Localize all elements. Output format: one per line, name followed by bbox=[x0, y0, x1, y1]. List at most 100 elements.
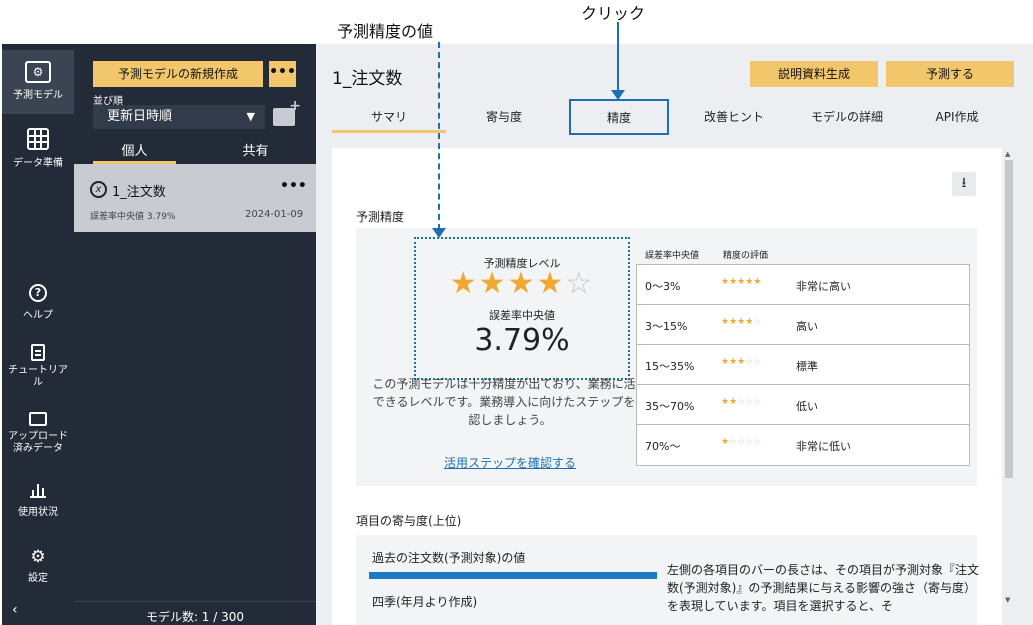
star-filled-icon: ★ bbox=[721, 397, 730, 407]
tab-bar: サマリ 寄与度 精度 改善ヒント モデルの詳細 API作成 bbox=[332, 99, 1022, 135]
click-callout-label: クリック bbox=[581, 4, 646, 23]
median-error-value: 3.79% bbox=[474, 323, 570, 358]
tab-improvement-hints[interactable]: 改善ヒント bbox=[677, 101, 791, 133]
accuracy-arrow-head bbox=[432, 228, 446, 238]
star-filled-icon: ★ bbox=[721, 277, 730, 287]
contribution-item-label[interactable]: 過去の注文数(予測対象)の値 bbox=[372, 549, 525, 566]
accuracy-description: この予測モデルは十分精度が出ており、業務に活用できるレベルです。業務導入に向けた… bbox=[372, 377, 648, 427]
model-name: 1_注文数 bbox=[112, 185, 166, 200]
contribution-section-title: 項目の寄与度(上位) bbox=[356, 514, 462, 528]
star-filled-icon: ★ bbox=[449, 266, 479, 301]
table-row: 3～15% ★★★★☆ 高い bbox=[637, 305, 969, 345]
model-metric: 誤差率中央値 3.79% bbox=[90, 212, 176, 222]
star-rating-cell: ★★★★★ bbox=[721, 277, 761, 287]
more-options-button[interactable]: ••• bbox=[269, 61, 296, 87]
content-scrollbar[interactable]: ▲ ▼ bbox=[1003, 148, 1015, 608]
gear-icon: ⚙ bbox=[30, 547, 46, 567]
accuracy-arrow bbox=[438, 42, 440, 230]
contribution-description: 左側の各項目のバーの長さは、その項目が予測対象『注文数(予測対象)』の予測結果に… bbox=[667, 563, 980, 613]
main-area: 1_注文数 説明資料生成 予測する サマリ 寄与度 精度 改善ヒント モデルの詳… bbox=[316, 44, 1033, 625]
click-arrow bbox=[617, 22, 619, 94]
accuracy-section-title: 予測精度 bbox=[356, 210, 405, 224]
generate-document-button[interactable]: 説明資料生成 bbox=[750, 61, 878, 87]
table-header-eval: 精度の評価 bbox=[723, 251, 769, 261]
nav-item-models[interactable]: ⚙ 予測モデル bbox=[2, 50, 74, 114]
nav-item-settings[interactable]: ⚙ 設定 bbox=[2, 548, 74, 584]
nav-item-label: チュートリアル bbox=[8, 365, 68, 388]
app-root: 予測精度の値 クリック ⚙ 予測モデル データ準備 ? ヘルプ チュートリアル … bbox=[0, 0, 1033, 625]
scroll-down-icon[interactable]: ▼ bbox=[1005, 596, 1010, 604]
star-empty-icon: ☆ bbox=[565, 266, 595, 301]
bar-chart-icon bbox=[30, 484, 46, 498]
predict-button[interactable]: 予測する bbox=[886, 61, 1014, 87]
help-icon: ? bbox=[29, 284, 47, 302]
usage-steps-link[interactable]: 活用ステップを確認する bbox=[370, 454, 650, 471]
star-empty-icon: ☆ bbox=[753, 317, 762, 327]
accuracy-callout-label: 予測精度の値 bbox=[337, 22, 434, 41]
global-nav: ⚙ 予測モデル データ準備 ? ヘルプ チュートリアル アップロード済みデータ … bbox=[2, 44, 74, 625]
tab-personal[interactable]: 個人 bbox=[93, 140, 176, 164]
star-filled-icon: ★ bbox=[729, 397, 738, 407]
contribution-item-label[interactable]: 四季(年月より作成) bbox=[372, 593, 477, 610]
rating-cell: 非常に高い bbox=[796, 280, 851, 293]
scroll-up-icon[interactable]: ▲ bbox=[1005, 150, 1010, 158]
star-filled-icon: ★ bbox=[721, 317, 730, 327]
rating-cell: 高い bbox=[796, 320, 818, 333]
model-more-button[interactable]: ••• bbox=[280, 178, 307, 194]
star-filled-icon: ★ bbox=[721, 437, 730, 447]
star-filled-icon: ★ bbox=[729, 357, 738, 367]
nav-item-uploaded-data[interactable]: アップロード済みデータ bbox=[2, 410, 74, 458]
table-row: 0～3% ★★★★★ 非常に高い bbox=[637, 265, 969, 305]
tab-model-details[interactable]: モデルの詳細 bbox=[790, 101, 904, 133]
star-empty-icon: ☆ bbox=[753, 437, 762, 447]
table-icon bbox=[27, 128, 49, 150]
tab-api[interactable]: API作成 bbox=[900, 101, 1014, 133]
chevron-down-icon: ▼ bbox=[246, 110, 255, 123]
star-rating-cell: ★★★☆☆ bbox=[721, 357, 761, 367]
star-empty-icon: ☆ bbox=[729, 437, 738, 447]
contribution-bar[interactable] bbox=[369, 572, 657, 579]
scrollbar-thumb[interactable] bbox=[1005, 160, 1013, 478]
nav-item-tutorial[interactable]: チュートリアル bbox=[2, 344, 74, 392]
nav-item-help[interactable]: ? ヘルプ bbox=[2, 284, 74, 321]
sort-select[interactable]: 更新日時順 ▼ bbox=[93, 105, 265, 129]
summary-content: ⭳ 予測精度 予測精度レベル ★★★★☆ 誤差率中央値 3.79% この予測モデ… bbox=[332, 148, 1002, 625]
tab-shared[interactable]: 共有 bbox=[214, 140, 297, 164]
model-icon: ⚙ bbox=[25, 61, 51, 83]
rating-cell: 標準 bbox=[796, 360, 818, 373]
nav-item-data-prep[interactable]: データ準備 bbox=[2, 128, 74, 178]
range-cell: 35～70% bbox=[645, 400, 695, 413]
star-filled-icon: ★ bbox=[507, 266, 537, 301]
range-cell: 3～15% bbox=[645, 320, 688, 333]
download-icon[interactable]: ⭳ bbox=[952, 172, 976, 196]
table-header-range: 誤差率中央値 bbox=[645, 251, 700, 261]
collapse-nav-icon[interactable]: ‹ bbox=[12, 602, 18, 618]
star-rating-cell: ★★☆☆☆ bbox=[721, 397, 761, 407]
new-model-button[interactable]: 予測モデルの新規作成 bbox=[93, 61, 263, 87]
model-date: 2024-01-09 bbox=[245, 209, 304, 220]
tab-accuracy[interactable]: 精度 bbox=[569, 99, 669, 135]
nav-item-label: 設定 bbox=[28, 573, 48, 584]
rating-cell: 非常に低い bbox=[796, 440, 851, 453]
rating-cell: 低い bbox=[796, 400, 818, 413]
star-filled-icon: ★ bbox=[729, 277, 738, 287]
range-cell: 70%～ bbox=[645, 440, 681, 453]
page-title: 1_注文数 bbox=[332, 69, 403, 89]
nav-item-usage[interactable]: 使用状況 bbox=[2, 482, 74, 518]
contribution-card: 過去の注文数(予測対象)の値 四季(年月より作成) 左側の各項目のバーの長さは、… bbox=[356, 535, 979, 625]
nav-item-label: アップロード済みデータ bbox=[8, 431, 68, 454]
star-filled-icon: ★ bbox=[721, 357, 730, 367]
accuracy-star-rating: ★★★★☆ bbox=[414, 266, 630, 301]
tab-contribution[interactable]: 寄与度 bbox=[447, 101, 561, 133]
click-arrow-head bbox=[611, 90, 625, 100]
accuracy-card: 予測精度レベル ★★★★☆ 誤差率中央値 3.79% この予測モデルは十分精度が… bbox=[356, 228, 977, 486]
model-list-item[interactable]: x 1_注文数 ••• 誤差率中央値 3.79% 2024-01-09 bbox=[74, 164, 316, 232]
model-type-icon: x bbox=[90, 181, 107, 198]
tab-summary[interactable]: サマリ bbox=[332, 101, 446, 133]
nav-item-label: 使用状況 bbox=[18, 507, 58, 518]
add-folder-icon[interactable] bbox=[273, 98, 301, 126]
table-row: 15～35% ★★★☆☆ 標準 bbox=[637, 345, 969, 385]
star-rating-cell: ★★★★☆ bbox=[721, 317, 761, 327]
star-filled-icon: ★ bbox=[729, 317, 738, 327]
model-count: モデル数: 1 / 300 bbox=[74, 601, 316, 625]
